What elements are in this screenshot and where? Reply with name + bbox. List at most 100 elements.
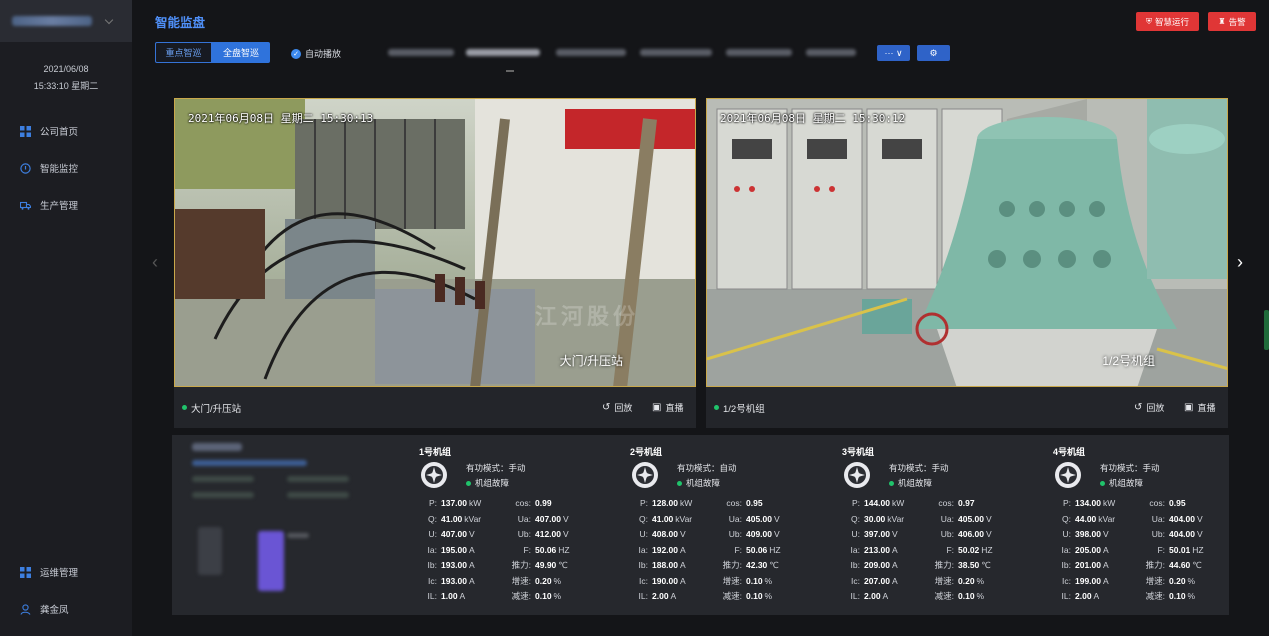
metric-unit: A bbox=[459, 591, 466, 601]
prev-arrow-icon[interactable]: ‹ bbox=[152, 252, 158, 273]
grid-icon bbox=[20, 125, 31, 137]
metric-value: 0.95 bbox=[746, 498, 763, 508]
tab-key-patrol[interactable]: 重点智巡 bbox=[155, 42, 212, 63]
sidebar-item-ops[interactable]: 运维管理 bbox=[20, 565, 78, 579]
autoplay-checkbox[interactable]: ✓ 自动播放 bbox=[291, 47, 341, 60]
metric-value: 397.00 bbox=[864, 529, 890, 539]
sidebar-item-production[interactable]: 生产管理 bbox=[19, 198, 78, 212]
metric-row: Ib: 201.00 A bbox=[1053, 558, 1115, 574]
metric-unit: V bbox=[1197, 529, 1203, 539]
metric-unit: kVar bbox=[1098, 513, 1116, 524]
metric-label: 推力: bbox=[722, 560, 742, 570]
sidebar-item-home[interactable]: 公司首页 bbox=[20, 124, 78, 138]
unit-status-text: 机组故障 bbox=[1109, 478, 1144, 488]
metric-value: 0.10 bbox=[1169, 591, 1186, 601]
history-icon: ↺ bbox=[602, 402, 611, 413]
metrics-left: P: 144.00 kW Q: 30.00 kVar U: 397.00 V Ia: 213.00 A… bbox=[842, 496, 905, 605]
metric-unit: ℃ bbox=[981, 560, 991, 570]
metric-label: Q: bbox=[639, 513, 648, 524]
metric-row: P: 144.00 kW bbox=[842, 496, 904, 512]
camera-overlay-label: 大门/升压站 bbox=[559, 354, 623, 368]
camera-tab-blurred[interactable] bbox=[556, 49, 626, 56]
more-tabs-button[interactable]: ··· ∨ bbox=[877, 45, 910, 61]
metric-row: Ia: 205.00 A bbox=[1053, 543, 1115, 559]
status-dot bbox=[1100, 480, 1105, 486]
water-level-bar-blurred bbox=[258, 531, 284, 591]
smart-run-button[interactable]: ⛨ 智慧运行 bbox=[1136, 12, 1199, 31]
camera-feed-1[interactable]: 2021年06月08日 星期二 15:30:13 江河股份 大门/升压站 bbox=[174, 98, 696, 387]
metric-value: 205.00 bbox=[1075, 544, 1101, 555]
current-time: 15:33:10 星期二 bbox=[33, 81, 99, 91]
metric-value: 0.99 bbox=[535, 498, 552, 508]
camera-feed-2[interactable]: 2021年06月08日 星期二 15:30:12 1/2号机组 bbox=[706, 98, 1228, 387]
metric-value: 0.20 bbox=[1169, 575, 1186, 586]
metric-unit: A bbox=[469, 560, 475, 570]
live-button[interactable]: ▣ 直播 bbox=[1184, 401, 1215, 414]
next-arrow-icon[interactable]: › bbox=[1237, 252, 1243, 273]
app-root: 2021/06/08 15:33:10 星期二 公司首页 智能监控 生产管理 运… bbox=[0, 0, 1269, 636]
camera-tab-blurred[interactable] bbox=[640, 49, 712, 56]
metric-unit: % bbox=[976, 591, 985, 601]
bar-label-blurred bbox=[287, 533, 309, 538]
metric-unit: HZ bbox=[769, 544, 781, 555]
metric-label: Ia: bbox=[1061, 544, 1071, 555]
scrollbar[interactable] bbox=[1264, 310, 1269, 350]
metric-row: Ia: 195.00 A bbox=[419, 543, 481, 559]
metric-row: 增速: 0.20% bbox=[503, 574, 570, 590]
generator-hall-scene bbox=[707, 99, 1227, 386]
summary-item-blurred bbox=[192, 492, 254, 498]
sidebar-item-user[interactable]: 龚金凤 bbox=[20, 602, 69, 616]
camera-name: 大门/升压站 bbox=[191, 403, 242, 415]
camera-tab-blurred[interactable] bbox=[726, 49, 792, 56]
unit-status-text: 机组故障 bbox=[898, 478, 933, 488]
metric-row: 推力: 44.60 ℃ bbox=[1137, 558, 1204, 574]
camera-overlay-label: 1/2号机组 bbox=[1102, 354, 1155, 368]
metric-unit: kW bbox=[1103, 498, 1116, 508]
metric-row: U: 397.00 V bbox=[842, 527, 904, 543]
metric-unit: kVar bbox=[464, 513, 482, 524]
metric-row: U: 398.00 V bbox=[1053, 527, 1115, 543]
metric-row: F: 50.01 HZ bbox=[1137, 543, 1203, 559]
user-name: 龚金凤 bbox=[40, 605, 69, 616]
tab-full-patrol[interactable]: 全盘智巡 bbox=[212, 42, 270, 63]
live-button[interactable]: ▣ 直播 bbox=[652, 401, 683, 414]
metric-label: IL: bbox=[850, 591, 860, 601]
metric-unit: V bbox=[469, 529, 475, 539]
metrics-right: cos: 0.95 Ua: 405.00 V Ub: 409.00 V F: 50.06 HZ 推力:… bbox=[714, 496, 781, 605]
metric-value: 193.00 bbox=[441, 560, 467, 570]
metric-unit: kW bbox=[892, 498, 905, 508]
summary-item-blurred bbox=[287, 492, 349, 498]
metric-label: 减速: bbox=[511, 591, 531, 601]
metric-value: 201.00 bbox=[1075, 560, 1101, 570]
metric-value: 407.00 bbox=[441, 529, 467, 539]
status-dot bbox=[466, 480, 471, 486]
metric-value: 44.60 bbox=[1169, 560, 1191, 570]
metric-unit: V bbox=[680, 529, 686, 539]
camera-osd-timestamp: 2021年06月08日 星期二 15:30:12 bbox=[720, 112, 906, 125]
unit-status: 机组故障 bbox=[889, 477, 932, 489]
metric-unit: V bbox=[1197, 513, 1203, 524]
substation-scene bbox=[175, 99, 695, 386]
metric-label: U: bbox=[428, 529, 438, 539]
metric-label: Q: bbox=[851, 513, 860, 524]
unit-status: 机组故障 bbox=[1100, 477, 1143, 489]
metric-label: Ic: bbox=[428, 575, 437, 586]
metric-label: cos: bbox=[1149, 498, 1165, 508]
power-mode: 有功模式：手动 bbox=[466, 463, 526, 473]
metric-value: 128.00 bbox=[652, 498, 678, 508]
sidebar-item-monitor[interactable]: 智能监控 bbox=[20, 161, 78, 175]
playback-button[interactable]: ↺ 回放 bbox=[1134, 401, 1164, 414]
company-selector[interactable] bbox=[0, 0, 132, 42]
camera-tab-blurred[interactable] bbox=[806, 49, 856, 56]
playback-button[interactable]: ↺ 回放 bbox=[602, 401, 632, 414]
camera-tab-blurred[interactable] bbox=[388, 49, 454, 56]
metric-row: 推力: 38.50 ℃ bbox=[926, 558, 993, 574]
metric-row: P: 134.00 kW bbox=[1053, 496, 1115, 512]
camera-tab-blurred-active[interactable] bbox=[466, 49, 540, 56]
metric-value: 207.00 bbox=[864, 575, 890, 586]
settings-button[interactable]: ⚙ bbox=[917, 45, 950, 61]
metric-value: 41.00 bbox=[652, 513, 674, 524]
alarm-button[interactable]: ♜ 告警 bbox=[1208, 12, 1256, 31]
autoplay-label: 自动播放 bbox=[305, 49, 342, 59]
metric-value: 2.00 bbox=[864, 591, 881, 601]
